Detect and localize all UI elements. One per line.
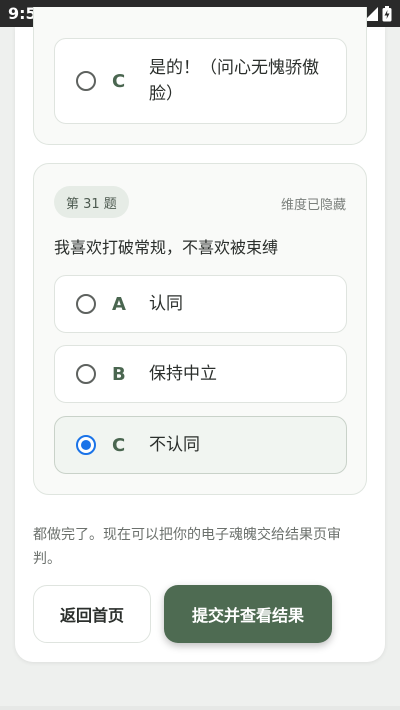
option-c-previous[interactable]: C 是的！（问心无愧骄傲脸）	[54, 38, 347, 124]
question-number-badge: 第 31 题	[54, 186, 129, 218]
question-title: 我喜欢打破常规，不喜欢被束缚	[54, 238, 279, 257]
option-key: A	[112, 293, 126, 315]
previous-question-card: C 是的！（问心无愧骄傲脸）	[33, 7, 367, 145]
option-text: 保持中立	[149, 364, 217, 384]
radio-button[interactable]	[76, 71, 96, 91]
submit-results-button[interactable]: 提交并查看结果	[164, 585, 332, 643]
option-key: B	[112, 363, 126, 385]
question-card: 第 31 题 维度已隐藏 我喜欢打破常规，不喜欢被束缚 A 认同 B 保持中立 …	[33, 163, 367, 495]
option-key: C	[112, 70, 126, 92]
completion-message: 都做完了。现在可以把你的电子魂魄交给结果页审判。	[33, 527, 341, 567]
option-text: 是的！（问心无愧骄傲脸）	[149, 58, 319, 104]
back-home-button[interactable]: 返回首页	[33, 585, 151, 643]
battery-charging-icon	[382, 5, 392, 21]
option-text: 不认同	[149, 435, 200, 455]
option-c[interactable]: C 不认同	[54, 416, 347, 474]
radio-button-selected[interactable]	[76, 435, 96, 455]
option-text: 认同	[149, 294, 183, 314]
option-key: C	[112, 434, 126, 456]
quiz-card: C 是的！（问心无愧骄傲脸） 第 31 题 维度已隐藏 我喜欢打破常规，不喜欢被…	[15, 7, 385, 662]
option-b[interactable]: B 保持中立	[54, 345, 347, 403]
dimension-hidden-label: 维度已隐藏	[280, 198, 346, 213]
option-a[interactable]: A 认同	[54, 275, 347, 333]
radio-button[interactable]	[76, 294, 96, 314]
bottom-bar	[0, 706, 400, 710]
radio-button[interactable]	[76, 364, 96, 384]
